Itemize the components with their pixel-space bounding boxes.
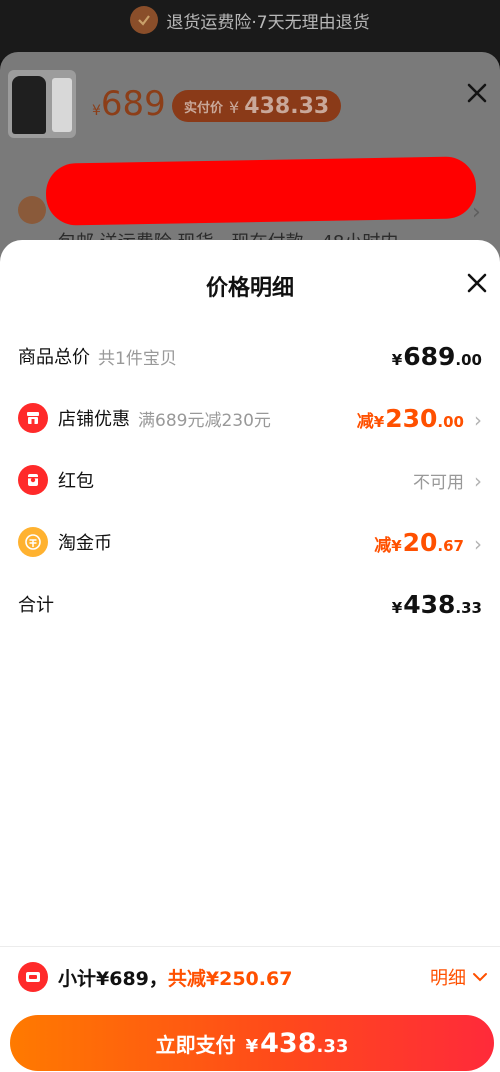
taojinbi-amount: 减 ¥20.67 bbox=[374, 527, 464, 557]
red-envelope-status: 不可用 bbox=[413, 472, 464, 493]
row-red-envelope[interactable]: 红包 不可用 › bbox=[0, 460, 500, 500]
coin-icon bbox=[18, 527, 48, 557]
total-discount-text: 共减¥250.67 bbox=[167, 967, 293, 990]
location-icon bbox=[18, 196, 46, 224]
chevron-right-icon: › bbox=[474, 468, 482, 493]
row-label: 淘金币 bbox=[58, 533, 112, 554]
row-label: 店铺优惠 bbox=[58, 409, 130, 430]
shop-discount-amount: 减 ¥230.00 bbox=[356, 403, 464, 433]
detail-label: 明细 bbox=[430, 968, 466, 989]
close-icon[interactable] bbox=[466, 82, 488, 104]
pay-now-button[interactable]: 立即支付 ¥438.33 bbox=[10, 1015, 494, 1071]
product-price: ¥689 bbox=[92, 84, 166, 124]
notice-text: 退货运费险·7天无理由退货 bbox=[166, 12, 370, 33]
red-envelope-icon bbox=[18, 465, 48, 495]
shop-icon bbox=[18, 403, 48, 433]
total-amount: ¥438.33 bbox=[391, 589, 482, 619]
row-label: 合计 bbox=[18, 595, 54, 616]
close-icon[interactable] bbox=[466, 272, 488, 294]
row-sub: 满689元减230元 bbox=[138, 410, 271, 431]
chevron-right-icon[interactable]: › bbox=[472, 200, 481, 225]
goods-total-amount: ¥689.00 bbox=[391, 341, 482, 371]
row-label: 商品总价 bbox=[18, 347, 90, 368]
product-thumbnail bbox=[8, 70, 76, 138]
row-shop-discount[interactable]: 店铺优惠 满689元减230元 减 ¥230.00 › bbox=[0, 398, 500, 438]
return-policy-notice: 退货运费险·7天无理由退货 bbox=[0, 0, 500, 40]
row-label: 红包 bbox=[58, 471, 94, 492]
modal-title: 价格明细 bbox=[205, 276, 294, 301]
footer-divider bbox=[0, 946, 500, 947]
chevron-down-icon bbox=[473, 973, 487, 982]
ticket-icon bbox=[18, 962, 48, 992]
row-taojinbi[interactable]: 淘金币 减 ¥20.67 › bbox=[0, 522, 500, 562]
chevron-right-icon: › bbox=[474, 531, 482, 556]
row-goods-total: 商品总价 共1件宝贝 ¥689.00 bbox=[0, 336, 500, 376]
redaction-mark bbox=[45, 156, 477, 226]
pay-button-amount: ¥438.33 bbox=[245, 1027, 349, 1059]
price-detail-modal: 价格明细 商品总价 共1件宝贝 ¥689.00 店铺优惠 满689元减230元 … bbox=[0, 240, 500, 1072]
paid-price-badge: 实付价 ¥ 438.33 bbox=[172, 90, 342, 122]
row-sub: 共1件宝贝 bbox=[98, 348, 177, 369]
row-total: 合计 ¥438.33 bbox=[0, 584, 500, 624]
subtotal-text: 小计¥689， bbox=[58, 967, 168, 990]
order-summary: 小计¥689， 共减¥250.67 bbox=[18, 960, 292, 994]
shield-check-icon bbox=[130, 6, 159, 34]
detail-toggle-button[interactable]: 明细 bbox=[430, 962, 488, 992]
pay-button-label: 立即支付 bbox=[155, 1032, 236, 1057]
chevron-right-icon: › bbox=[474, 407, 482, 432]
